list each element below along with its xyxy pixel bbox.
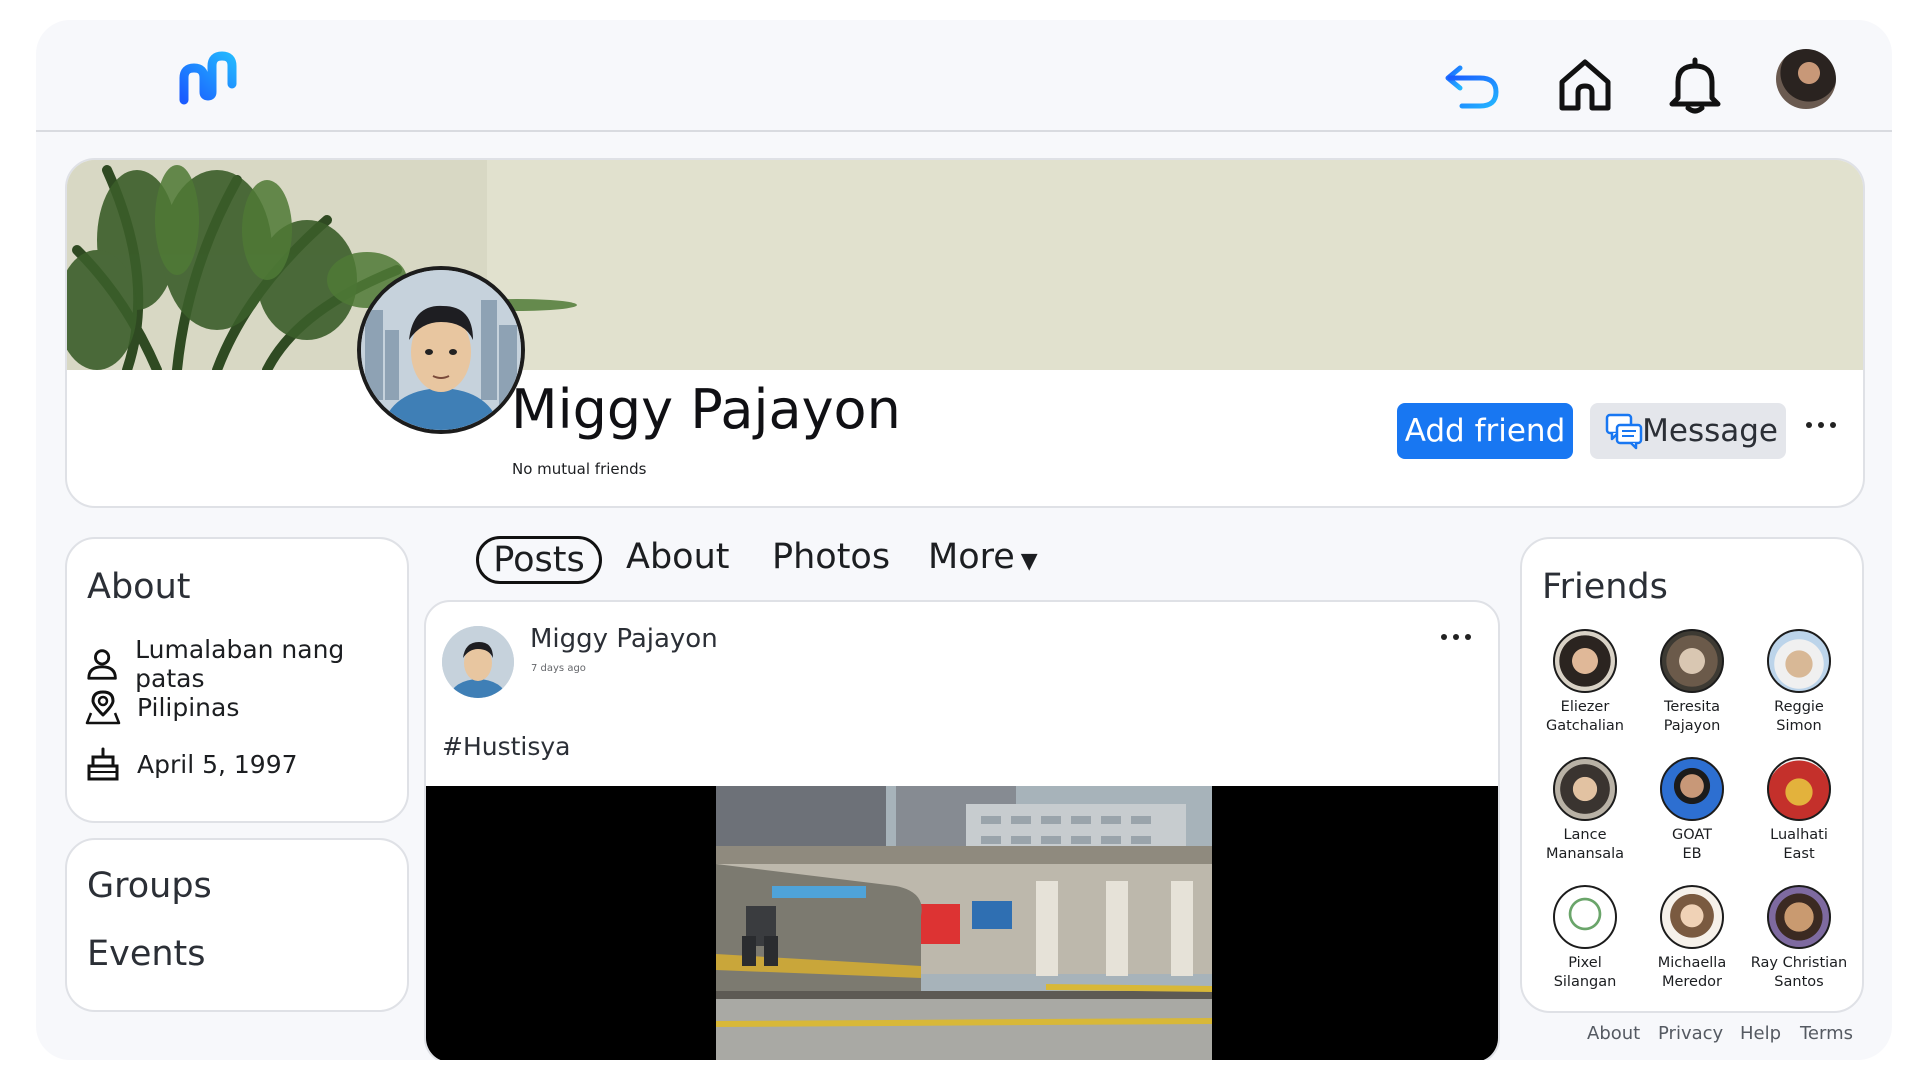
profile-name: Miggy Pajayon <box>511 378 901 441</box>
app-logo[interactable] <box>170 44 242 116</box>
about-title: About <box>87 567 191 607</box>
friend-item[interactable]: Lance Manansala <box>1532 757 1638 864</box>
about-item-bio: Lumalaban nang patas <box>85 635 407 693</box>
friend-avatar <box>1767 629 1831 693</box>
post-card: Miggy Pajayon 7 days ago #Hustisya <box>424 600 1500 1060</box>
friend-avatar <box>1553 757 1617 821</box>
home-icon[interactable] <box>1554 54 1616 116</box>
message-button[interactable]: Message <box>1590 403 1786 459</box>
top-bar <box>36 20 1892 132</box>
post-more-options-icon[interactable] <box>1438 628 1474 646</box>
friend-item[interactable]: Ray Christian Santos <box>1746 885 1852 992</box>
post-author-name[interactable]: Miggy Pajayon <box>530 624 718 654</box>
groups-link[interactable]: Groups <box>87 866 212 906</box>
cover-photo <box>67 160 1863 370</box>
friend-avatar <box>1767 757 1831 821</box>
friends-title: Friends <box>1542 567 1668 607</box>
friend-item[interactable]: GOAT EB <box>1639 757 1745 864</box>
friend-item[interactable]: Teresita Pajayon <box>1639 629 1745 736</box>
person-icon <box>87 649 117 680</box>
more-options-icon[interactable] <box>1803 416 1839 434</box>
events-link[interactable]: Events <box>87 934 206 974</box>
friend-avatar <box>1660 757 1724 821</box>
tab-about[interactable]: About <box>626 537 729 577</box>
train-station-image <box>716 786 1212 1060</box>
message-icon <box>1605 413 1643 450</box>
friend-item[interactable]: Lualhati East <box>1746 757 1852 864</box>
friend-avatar <box>1553 885 1617 949</box>
footer-help-link[interactable]: Help <box>1740 1023 1781 1044</box>
back-arrow-icon[interactable] <box>1442 54 1504 116</box>
profile-header-card: Miggy Pajayon No mutual friends Add frie… <box>65 158 1865 508</box>
message-label: Message <box>1642 413 1778 449</box>
about-card: About Lumalaban nang patas Pilipinas Apr… <box>65 537 409 823</box>
post-text: #Hustisya <box>442 732 571 761</box>
mutual-friends-text: No mutual friends <box>512 460 647 478</box>
friend-avatar <box>1660 885 1724 949</box>
tab-posts[interactable]: Posts <box>476 536 602 584</box>
footer-terms-link[interactable]: Terms <box>1800 1023 1853 1044</box>
tab-more[interactable]: More ▼ <box>928 537 1038 577</box>
post-media[interactable] <box>426 786 1498 1060</box>
about-item-location: Pilipinas <box>85 689 239 725</box>
app-window: Miggy Pajayon No mutual friends Add frie… <box>36 20 1892 1060</box>
add-friend-button[interactable]: Add friend <box>1397 403 1573 459</box>
about-item-birthday: April 5, 1997 <box>85 746 298 782</box>
location-pin-icon <box>85 690 121 725</box>
friend-item[interactable]: Eliezer Gatchalian <box>1532 629 1638 736</box>
footer-about-link[interactable]: About <box>1587 1023 1640 1044</box>
profile-avatar[interactable] <box>357 266 525 434</box>
tab-photos[interactable]: Photos <box>772 537 890 577</box>
friend-item[interactable]: Pixel Silangan <box>1532 885 1638 992</box>
post-author-avatar[interactable] <box>442 626 514 698</box>
caret-down-icon: ▼ <box>1020 549 1038 574</box>
friend-avatar <box>1767 885 1831 949</box>
friend-avatar <box>1553 629 1617 693</box>
friend-avatar <box>1660 629 1724 693</box>
account-avatar[interactable] <box>1776 49 1836 109</box>
friends-card: Friends Eliezer Gatchalian Teresita Paja… <box>1520 537 1864 1013</box>
shortcuts-card: Groups Events <box>65 838 409 1012</box>
bell-icon[interactable] <box>1664 54 1726 116</box>
footer-privacy-link[interactable]: Privacy <box>1658 1023 1723 1044</box>
post-timestamp: 7 days ago <box>531 663 586 674</box>
friend-item[interactable]: Michaella Meredor <box>1639 885 1745 992</box>
birthday-cake-icon <box>87 747 119 781</box>
friend-item[interactable]: Reggie Simon <box>1746 629 1852 736</box>
